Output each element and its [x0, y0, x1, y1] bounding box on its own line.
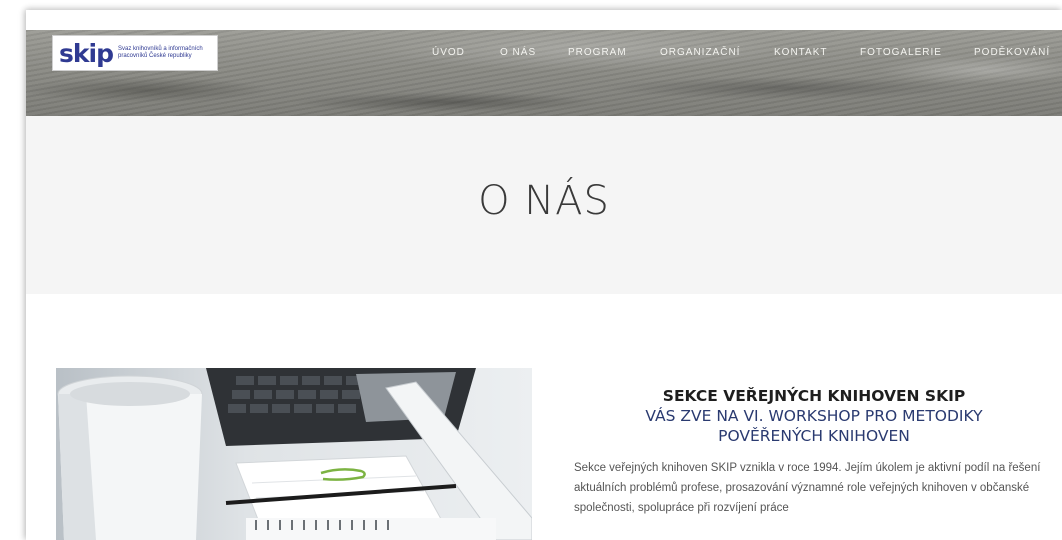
site-header: skip Svaz knihovníků a informačních prac…: [26, 30, 1062, 116]
desk-photo-illustration: [57, 368, 532, 540]
article-body: Sekce veřejných knihoven SKIP vznikla v …: [574, 462, 1041, 514]
nav-item-uvod[interactable]: ÚVOD: [432, 47, 465, 58]
page-title: O NÁS: [478, 178, 610, 224]
article-photo: [56, 368, 532, 540]
nav-item-podekovani[interactable]: PODĚKOVÁNÍ: [974, 47, 1050, 58]
article-heading-line-2: VÁS ZVE NA VI. WORKSHOP PRO METODIKY: [645, 407, 983, 425]
page-frame: skip Svaz knihovníků a informačních prac…: [26, 10, 1062, 540]
main-nav: ÚVOD O NÁS PROGRAM ORGANIZAČNÍ KONTAKT F…: [26, 47, 1062, 61]
page-title-band: O NÁS: [26, 116, 1062, 294]
nav-item-program[interactable]: PROGRAM: [568, 47, 627, 58]
nav-item-fotogalerie[interactable]: FOTOGALERIE: [860, 47, 942, 58]
article-heading-line-3: POVĚŘENÝCH KNIHOVEN: [718, 427, 910, 445]
nav-item-o-nas[interactable]: O NÁS: [500, 47, 536, 58]
nav-item-organizacni[interactable]: ORGANIZAČNÍ: [660, 47, 740, 58]
article: SEKCE VEŘEJNÝCH KNIHOVEN SKIP VÁS ZVE NA…: [574, 386, 1054, 518]
nav-item-kontakt[interactable]: KONTAKT: [774, 47, 827, 58]
article-heading-line-1: SEKCE VEŘEJNÝCH KNIHOVEN SKIP: [662, 387, 966, 405]
